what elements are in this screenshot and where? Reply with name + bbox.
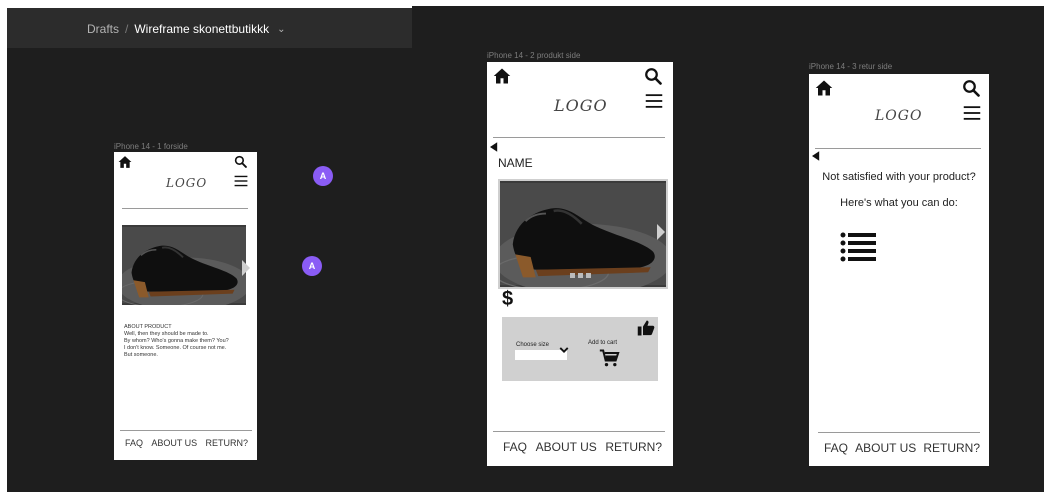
footer-about-link[interactable]: ABOUT US [855, 441, 916, 455]
thumbs-up-icon[interactable] [636, 319, 656, 337]
chevron-down-icon[interactable]: ⌄ [277, 24, 285, 35]
back-arrow-icon[interactable] [812, 151, 820, 161]
footer-divider [818, 432, 980, 433]
chevron-down-icon[interactable] [558, 345, 570, 355]
search-icon[interactable] [644, 67, 662, 85]
file-toolbar: Drafts / Wireframe skonettbutikkk ⌄ [7, 8, 412, 48]
home-icon[interactable] [118, 155, 132, 169]
logo[interactable]: LOGO [875, 108, 922, 124]
menu-icon[interactable] [644, 92, 664, 110]
avatar[interactable]: A [313, 166, 333, 186]
home-icon[interactable] [815, 79, 833, 97]
shoe-image [500, 181, 666, 287]
product-image[interactable] [498, 179, 668, 289]
choose-size-label: Choose size [516, 342, 550, 348]
footer-divider [493, 431, 665, 432]
logo[interactable]: LOGO [554, 96, 608, 115]
frame-label-forside[interactable]: iPhone 14 - 1 forside [114, 142, 188, 151]
return-instructions: Here's what you can do: [840, 197, 958, 209]
about-title: ABOUT PRODUCT [124, 324, 172, 330]
about-line: Well, then they should be made to. [124, 331, 209, 337]
breadcrumb-drafts[interactable]: Drafts [87, 22, 119, 36]
breadcrumb-separator: / [125, 22, 129, 36]
home-icon[interactable] [493, 67, 511, 85]
frame-retur[interactable]: LOGO Not satisfied with your product? He… [809, 74, 989, 466]
footer-return-link[interactable]: RETURN? [923, 441, 980, 455]
about-line: By whom? Who's gonna make them? You? [124, 338, 229, 344]
footer-nav: FAQ ABOUT US RETURN? [824, 441, 980, 455]
footer-faq-link[interactable]: FAQ [125, 438, 143, 448]
carousel-next-arrow-icon[interactable] [242, 260, 250, 276]
search-icon[interactable] [962, 79, 980, 97]
back-arrow-icon[interactable] [490, 142, 498, 152]
frame-label-retur[interactable]: iPhone 14 - 3 retur side [809, 62, 892, 71]
footer-about-link[interactable]: ABOUT US [151, 438, 197, 448]
search-icon[interactable] [234, 155, 247, 168]
footer-about-link[interactable]: ABOUT US [536, 440, 597, 454]
return-question: Not satisfied with your product? [822, 171, 976, 183]
product-image[interactable] [122, 225, 246, 305]
carousel-next-arrow-icon[interactable] [657, 224, 665, 240]
about-line: But someone. [124, 352, 158, 358]
footer-faq-link[interactable]: FAQ [824, 441, 848, 455]
price-symbol: $ [502, 288, 514, 310]
frame-forside[interactable]: LOGO ABOUT PRODUCT Well, then they shoul… [114, 152, 257, 460]
footer-faq-link[interactable]: FAQ [503, 440, 527, 454]
logo[interactable]: LOGO [166, 176, 207, 190]
add-to-cart-label: Add to cart [588, 340, 618, 346]
breadcrumb: Drafts / Wireframe skonettbutikkk ⌄ [87, 22, 285, 36]
cart-icon[interactable] [598, 348, 620, 368]
footer-return-link[interactable]: RETURN? [205, 438, 248, 448]
about-product: ABOUT PRODUCT Well, then they should be … [124, 324, 229, 359]
avatar[interactable]: A [302, 256, 322, 276]
about-line: I don't know. Someone. Of course not me. [124, 345, 227, 351]
carousel-dots[interactable] [570, 273, 591, 278]
frame-label-produkt[interactable]: iPhone 14 - 2 produkt side [487, 51, 580, 60]
footer-nav: FAQ ABOUT US RETURN? [125, 438, 248, 448]
product-name: NAME [498, 156, 533, 170]
footer-nav: FAQ ABOUT US RETURN? [503, 440, 662, 454]
footer-divider [120, 430, 252, 431]
shoe-image [122, 225, 246, 305]
divider [122, 208, 248, 209]
list-icon[interactable] [840, 231, 876, 263]
menu-icon[interactable] [233, 174, 249, 188]
frame-produkt[interactable]: LOGO NAME $ Choose size Add to cart FAQ … [487, 62, 673, 466]
purchase-panel: Choose size Add to cart [502, 317, 658, 381]
menu-icon[interactable] [962, 104, 982, 122]
breadcrumb-file-name[interactable]: Wireframe skonettbutikkk [134, 22, 269, 36]
divider [493, 137, 665, 138]
divider [815, 148, 981, 149]
footer-return-link[interactable]: RETURN? [605, 440, 662, 454]
